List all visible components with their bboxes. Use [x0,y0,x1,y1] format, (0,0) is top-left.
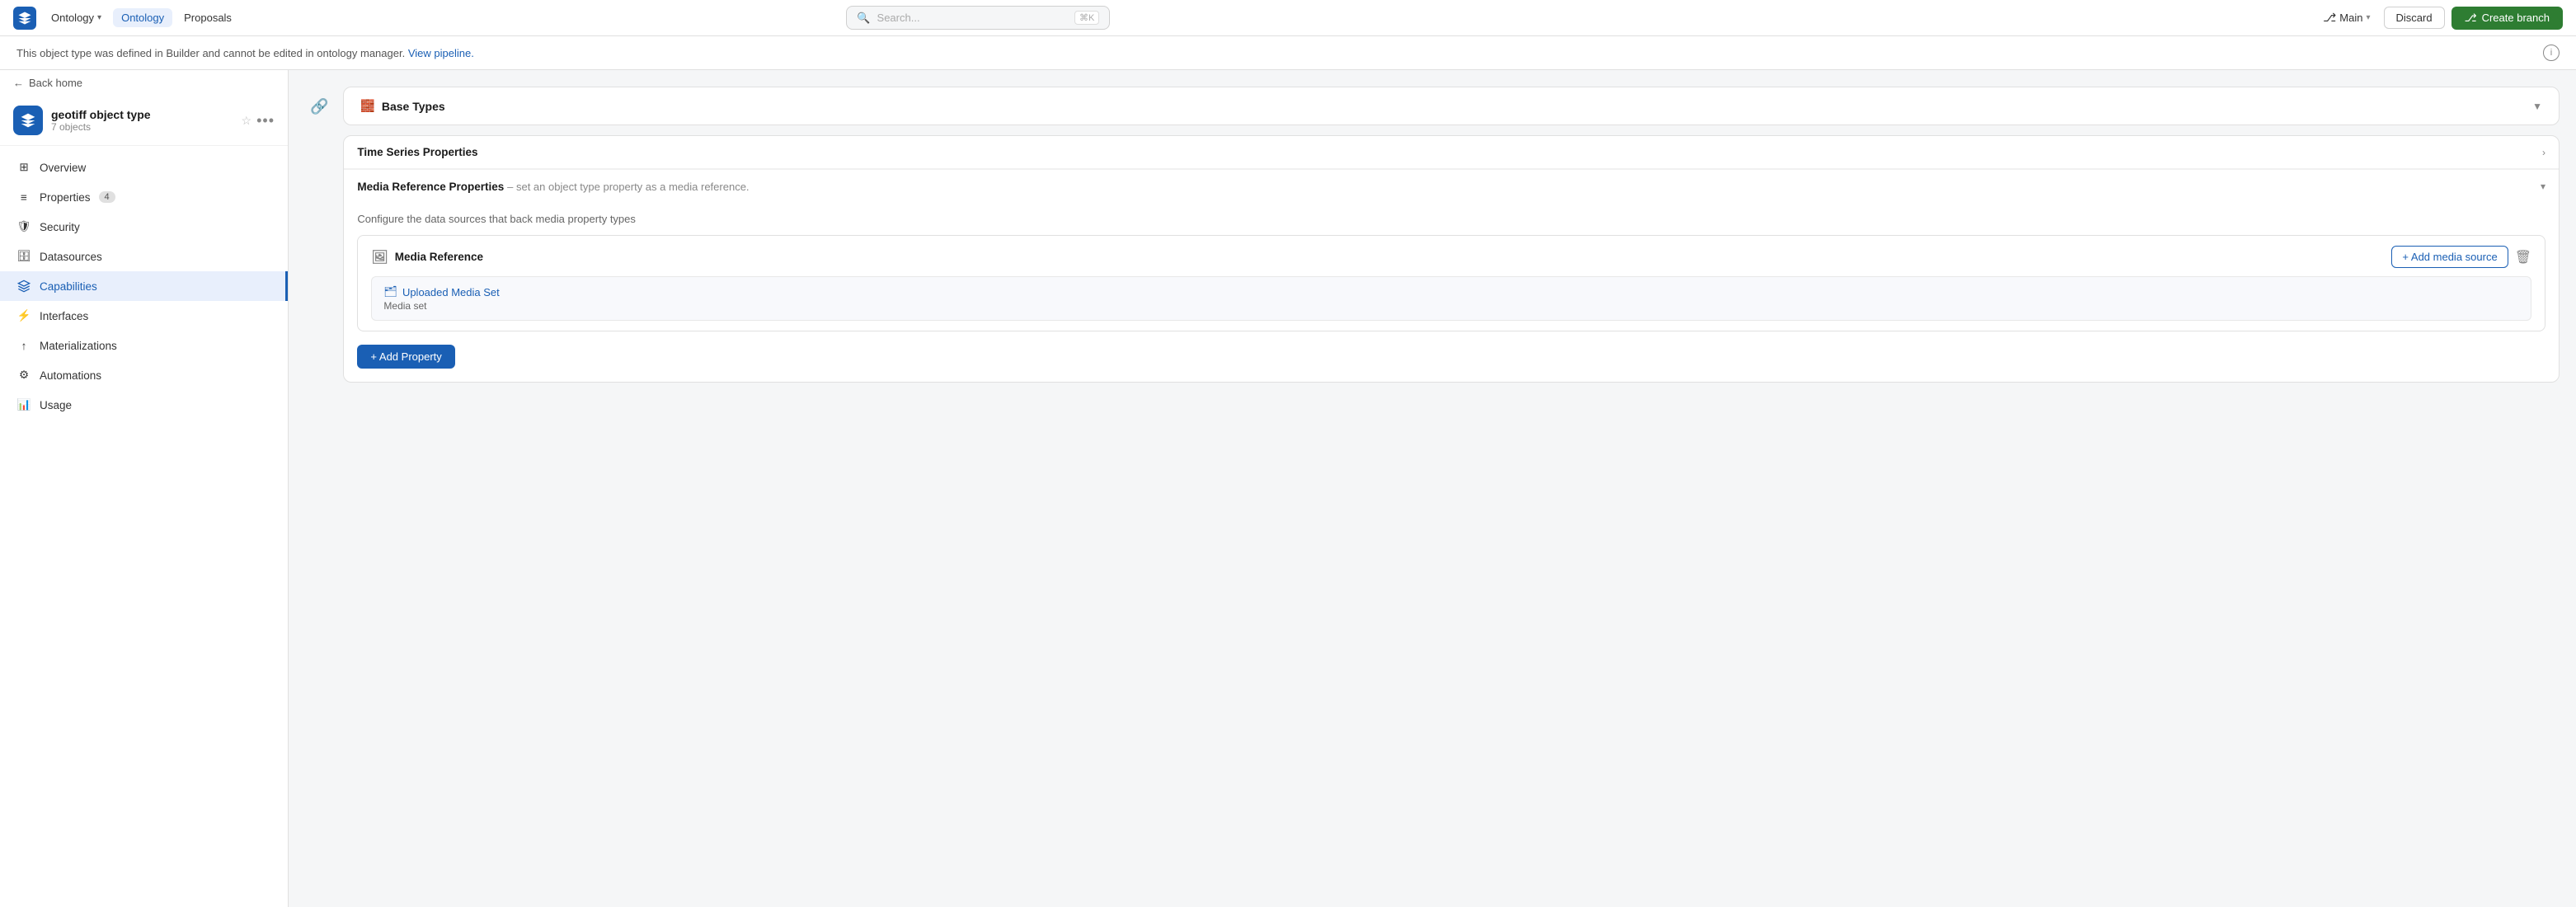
discard-button[interactable]: Discard [2384,7,2445,29]
sidebar-item-interfaces[interactable]: ⚡ Interfaces [0,301,288,331]
main-content: 🔗 🧱 Base Types ▼ [289,70,2576,907]
sidebar-item-automations[interactable]: ⚙ Automations [0,360,288,390]
link-col: 🔗 [305,87,333,392]
delete-media-card-icon[interactable]: 🗑 [2515,249,2531,266]
search-shortcut: ⌘K [1074,11,1099,25]
link-icon-button[interactable]: 🔗 [305,95,333,119]
sidebar-nav: ⊞ Overview ≡ Properties 4 🛡 Security 🗄 D… [0,146,288,907]
uploaded-media-icon: 🗂 [383,285,397,298]
media-reference-header[interactable]: Media Reference Properties – set an obje… [344,170,2559,203]
info-banner-text: This object type was defined in Builder … [16,47,474,59]
media-card: 🖼 Media Reference + Add media source 🗑 [357,235,2545,331]
app-logo[interactable] [13,7,36,30]
time-series-header[interactable]: Time Series Properties › [344,136,2559,169]
config-text: Configure the data sources that back med… [357,213,2545,225]
sidebar-item-security[interactable]: 🛡 Security [0,212,288,242]
sidebar-item-materializations[interactable]: ↑ Materializations [0,331,288,360]
topnav-right: ⎇ Main ▾ Discard ⎇ Create branch [2316,7,2563,30]
back-arrow-icon: ← [13,77,24,89]
sidebar: ← Back home geotiff object type 7 object… [0,70,289,907]
plug-icon: ⚡ [16,308,31,323]
base-types-icon: 🧱 [360,99,374,113]
media-source-row: 🗂 Uploaded Media Set Media set [371,276,2531,321]
info-circle-icon[interactable]: i [2543,45,2560,61]
database-icon: 🗄 [16,249,31,264]
base-types-header[interactable]: 🧱 Base Types ▼ [344,87,2559,125]
upload-icon: ↑ [16,338,31,353]
branch-selector[interactable]: ⎇ Main ▾ [2316,7,2376,28]
list-icon: ≡ [16,190,31,204]
media-source-sub: Media set [383,300,2519,312]
panels-col: 🧱 Base Types ▼ Time Series Properties › [343,87,2560,392]
create-branch-button[interactable]: ⎇ Create branch [2451,7,2563,30]
media-reference-chevron: ▾ [2541,181,2545,192]
sidebar-item-datasources[interactable]: 🗄 Datasources [0,242,288,271]
media-source-name: 🗂 Uploaded Media Set [383,285,2519,298]
nav-item-ontology[interactable]: Ontology [113,8,172,27]
chevron-down-icon: ▾ [97,13,101,22]
automations-icon: ⚙ [16,368,31,383]
more-options-icon[interactable]: ••• [256,112,275,129]
branch-chevron-icon: ▾ [2366,13,2370,22]
sidebar-item-properties[interactable]: ≡ Properties 4 [0,182,288,212]
branch-icon: ⎇ [2323,11,2336,25]
nav-item-proposals[interactable]: Proposals [176,8,240,27]
object-type-icon [13,106,43,135]
object-type-info: geotiff object type 7 objects [51,108,151,133]
layers-icon [16,279,31,294]
sidebar-header: geotiff object type 7 objects ☆ ••• [0,96,288,146]
topnav: Ontology ▾ Ontology Proposals 🔍 Search..… [0,0,2576,36]
add-property-button[interactable]: + Add Property [357,345,454,369]
media-reference-icon: 🖼 [371,249,388,266]
media-card-actions: + Add media source 🗑 [2391,246,2531,268]
search-bar[interactable]: 🔍 Search... ⌘K [846,6,1110,30]
sidebar-item-usage[interactable]: 📊 Usage [0,390,288,420]
grid-icon: ⊞ [16,160,31,175]
media-card-title: 🖼 Media Reference [371,249,483,266]
nav-item-ontology-dropdown[interactable]: Ontology ▾ [43,8,110,27]
base-types-panel: 🧱 Base Types ▼ [343,87,2560,125]
branch-plus-icon: ⎇ [2465,12,2477,25]
sidebar-item-overview[interactable]: ⊞ Overview [0,153,288,182]
nav-section: Ontology ▾ Ontology Proposals [43,8,240,27]
favorite-icon[interactable]: ☆ [242,114,252,128]
capabilities-panel: Time Series Properties › Media Reference… [343,135,2560,383]
layout: ← Back home geotiff object type 7 object… [0,70,2576,907]
object-header-actions: ☆ ••• [242,112,275,129]
view-pipeline-link[interactable]: View pipeline. [408,47,474,59]
shield-icon: 🛡 [16,219,31,234]
content-area: 🔗 🧱 Base Types ▼ [305,87,2560,392]
search-icon: 🔍 [857,12,870,25]
back-home-button[interactable]: ← Back home [0,70,288,96]
media-reference-body: Configure the data sources that back med… [344,203,2559,345]
info-banner: This object type was defined in Builder … [0,36,2576,70]
media-card-header: 🖼 Media Reference + Add media source 🗑 [371,246,2531,268]
time-series-chevron: › [2542,147,2545,158]
bar-chart-icon: 📊 [16,397,31,412]
add-media-source-button[interactable]: + Add media source [2391,246,2508,268]
base-types-chevron: ▼ [2532,101,2542,112]
sidebar-item-capabilities[interactable]: Capabilities [0,271,288,301]
